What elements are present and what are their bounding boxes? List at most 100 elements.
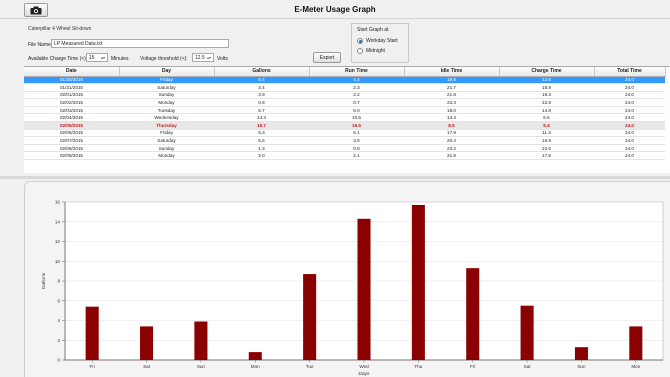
table-cell: Friday	[119, 129, 214, 138]
y-tick-label: 10	[55, 259, 61, 264]
column-header-gallons[interactable]: Gallons	[214, 67, 310, 77]
column-header-day[interactable]: Day	[119, 67, 215, 77]
y-tick-label: 4	[57, 318, 60, 323]
table-row[interactable]: 02/09/2015 Monday 3.0 2.1 21.9 17.6 24.0	[24, 151, 665, 161]
table-cell: 4.4	[309, 76, 404, 85]
table-cell: 24.0	[594, 98, 665, 107]
table-row[interactable]: 02/05/2015 Thursday 15.7 15.5 8.5 5.4 24.0	[24, 121, 665, 130]
table-cell: Sunday	[119, 144, 214, 153]
table-cell: 0.8	[214, 98, 309, 107]
x-tick-label: Sat	[143, 364, 151, 369]
table-cell: Thursday	[119, 121, 214, 130]
table-cell: 11.3	[499, 129, 594, 138]
radio-label: Workday Start	[366, 38, 398, 44]
table-cell: 23.3	[404, 98, 499, 107]
device-name: Caterpillar 4 Wheel Sit-down	[28, 26, 92, 32]
table-cell: 16.9	[499, 136, 594, 145]
table-cell: 14.3	[214, 113, 309, 123]
table-cell: 17.9	[404, 129, 499, 138]
bar-tue[interactable]	[303, 274, 317, 360]
bar-sat[interactable]	[520, 305, 534, 360]
radio-midnight[interactable]: Midnight	[357, 48, 385, 54]
radio-workday-start[interactable]: Workday Start	[357, 38, 398, 44]
table-row[interactable]: 02/07/2015 Saturday 5.5 3.6 20.4 16.9 24.0	[24, 136, 665, 145]
y-tick-label: 6	[57, 298, 60, 303]
table-cell: 3.0	[214, 151, 309, 161]
bar-sun[interactable]	[574, 347, 588, 360]
x-tick-label: Wed	[359, 364, 369, 369]
splitter[interactable]	[0, 176, 670, 179]
column-header-total-time[interactable]: Total Time	[594, 67, 666, 77]
table-header-row: Date Day Gallons Run Time Idle Time Char…	[24, 67, 666, 77]
table-cell: Tuesday	[119, 106, 214, 115]
table-cell: 24.0	[594, 151, 665, 161]
bar-fri[interactable]	[466, 268, 480, 360]
x-tick-label: Sun	[197, 364, 206, 369]
radio-unselected-icon	[357, 48, 363, 54]
start-graph-group: Start Graph at Workday Start Midnight	[351, 23, 409, 63]
table-cell: 22.6	[499, 144, 594, 153]
table-cell: 12.8	[499, 76, 594, 85]
bar-mon[interactable]	[248, 352, 262, 360]
table-cell: 02/03/2015	[24, 106, 119, 115]
table-row[interactable]: 02/03/2015 Tuesday 8.7 6.0 18.0 14.8 24.0	[24, 106, 665, 115]
bar-fri[interactable]	[85, 306, 99, 360]
column-header-date[interactable]: Date	[24, 67, 120, 77]
table-row[interactable]: 02/04/2015 Wednesday 14.3 10.6 13.4 6.6 24.0	[24, 113, 665, 123]
x-tick-label: Sun	[577, 364, 586, 369]
table-cell: Saturday	[119, 83, 214, 92]
table-cell: 19.6	[404, 76, 499, 85]
x-tick-label: Tue	[306, 364, 314, 369]
column-header-run-time[interactable]: Run Time	[309, 67, 405, 77]
gallons-bar-chart: 0 2 4 6 8 10 12 14 16 Fri Sat Sun Mon Tue Wed Thu Fri Sat…	[41, 200, 664, 377]
table-cell: 24.0	[594, 106, 665, 115]
column-header-charge-time[interactable]: Charge Time	[499, 67, 595, 77]
y-tick-label: 12	[55, 239, 61, 244]
table-cell: Saturday	[119, 136, 214, 145]
bar-sat[interactable]	[140, 326, 154, 360]
table-row[interactable]: 02/02/2015 Monday 0.8 0.7 23.3 22.8 24.0	[24, 98, 665, 107]
y-tick-label: 8	[57, 279, 60, 284]
bar-mon[interactable]	[629, 326, 643, 360]
table-cell: 22.8	[499, 98, 594, 107]
voltage-threshold-stepper[interactable]: 12.5 ▴▾	[192, 53, 214, 62]
table-cell: 17.6	[499, 151, 594, 161]
table-cell: 21.9	[404, 151, 499, 161]
table-cell: 02/02/2015	[24, 98, 119, 107]
table-cell: 2.3	[309, 83, 404, 92]
table-cell: 0.7	[309, 98, 404, 107]
x-tick-label: Sat	[524, 364, 532, 369]
table-cell: 02/05/2015	[24, 121, 119, 130]
y-axis-title: Gallons	[41, 272, 47, 289]
voltage-unit: Volts	[217, 56, 228, 62]
start-graph-title: Start Graph at	[357, 27, 389, 33]
table-cell: 5.5	[214, 136, 309, 145]
y-tick-label: 2	[57, 338, 60, 343]
table-row[interactable]: 02/01/2015 Sunday 3.9 2.2 21.8 19.3 24.0	[24, 91, 665, 100]
table-cell: 1.3	[214, 144, 309, 153]
spin-arrows-icon[interactable]: ▴▾	[101, 55, 105, 60]
table-row[interactable]: 02/06/2015 Friday 9.3 6.1 17.9 11.3 24.0	[24, 129, 665, 138]
table-cell: 5.4	[499, 121, 594, 130]
table-cell: 8.5	[404, 121, 499, 130]
voltage-threshold-label: Voltage threshold (<):	[140, 56, 188, 62]
table-row[interactable]: 01/30/2015 Friday 5.4 4.4 19.6 12.8 24.0	[24, 76, 665, 85]
spin-arrows-icon[interactable]: ▴▾	[207, 55, 211, 60]
file-name-label: File Name:	[28, 42, 53, 48]
table-row[interactable]: 01/31/2015 Saturday 3.4 2.3 21.7 18.9 24.0	[24, 83, 665, 92]
table-row[interactable]: 02/08/2015 Sunday 1.3 0.8 23.2 22.6 24.0	[24, 144, 665, 153]
bar-thu[interactable]	[411, 204, 425, 360]
table-cell: 24.0	[594, 83, 665, 92]
bar-sun[interactable]	[194, 321, 208, 360]
table-cell: 02/04/2015	[24, 113, 119, 123]
table-cell: 10.6	[309, 113, 404, 123]
title-bar: E-Meter Usage Graph	[0, 0, 670, 19]
column-header-idle-time[interactable]: Idle Time	[404, 67, 500, 77]
file-name-input[interactable]	[51, 39, 229, 48]
bar-wed[interactable]	[357, 218, 371, 360]
y-tick-label: 14	[55, 219, 61, 224]
charge-time-stepper[interactable]: 15 ▴▾	[86, 53, 108, 62]
export-button[interactable]: Export	[313, 52, 341, 63]
app-title: E-Meter Usage Graph	[294, 5, 376, 14]
table-cell: 02/07/2015	[24, 136, 119, 145]
